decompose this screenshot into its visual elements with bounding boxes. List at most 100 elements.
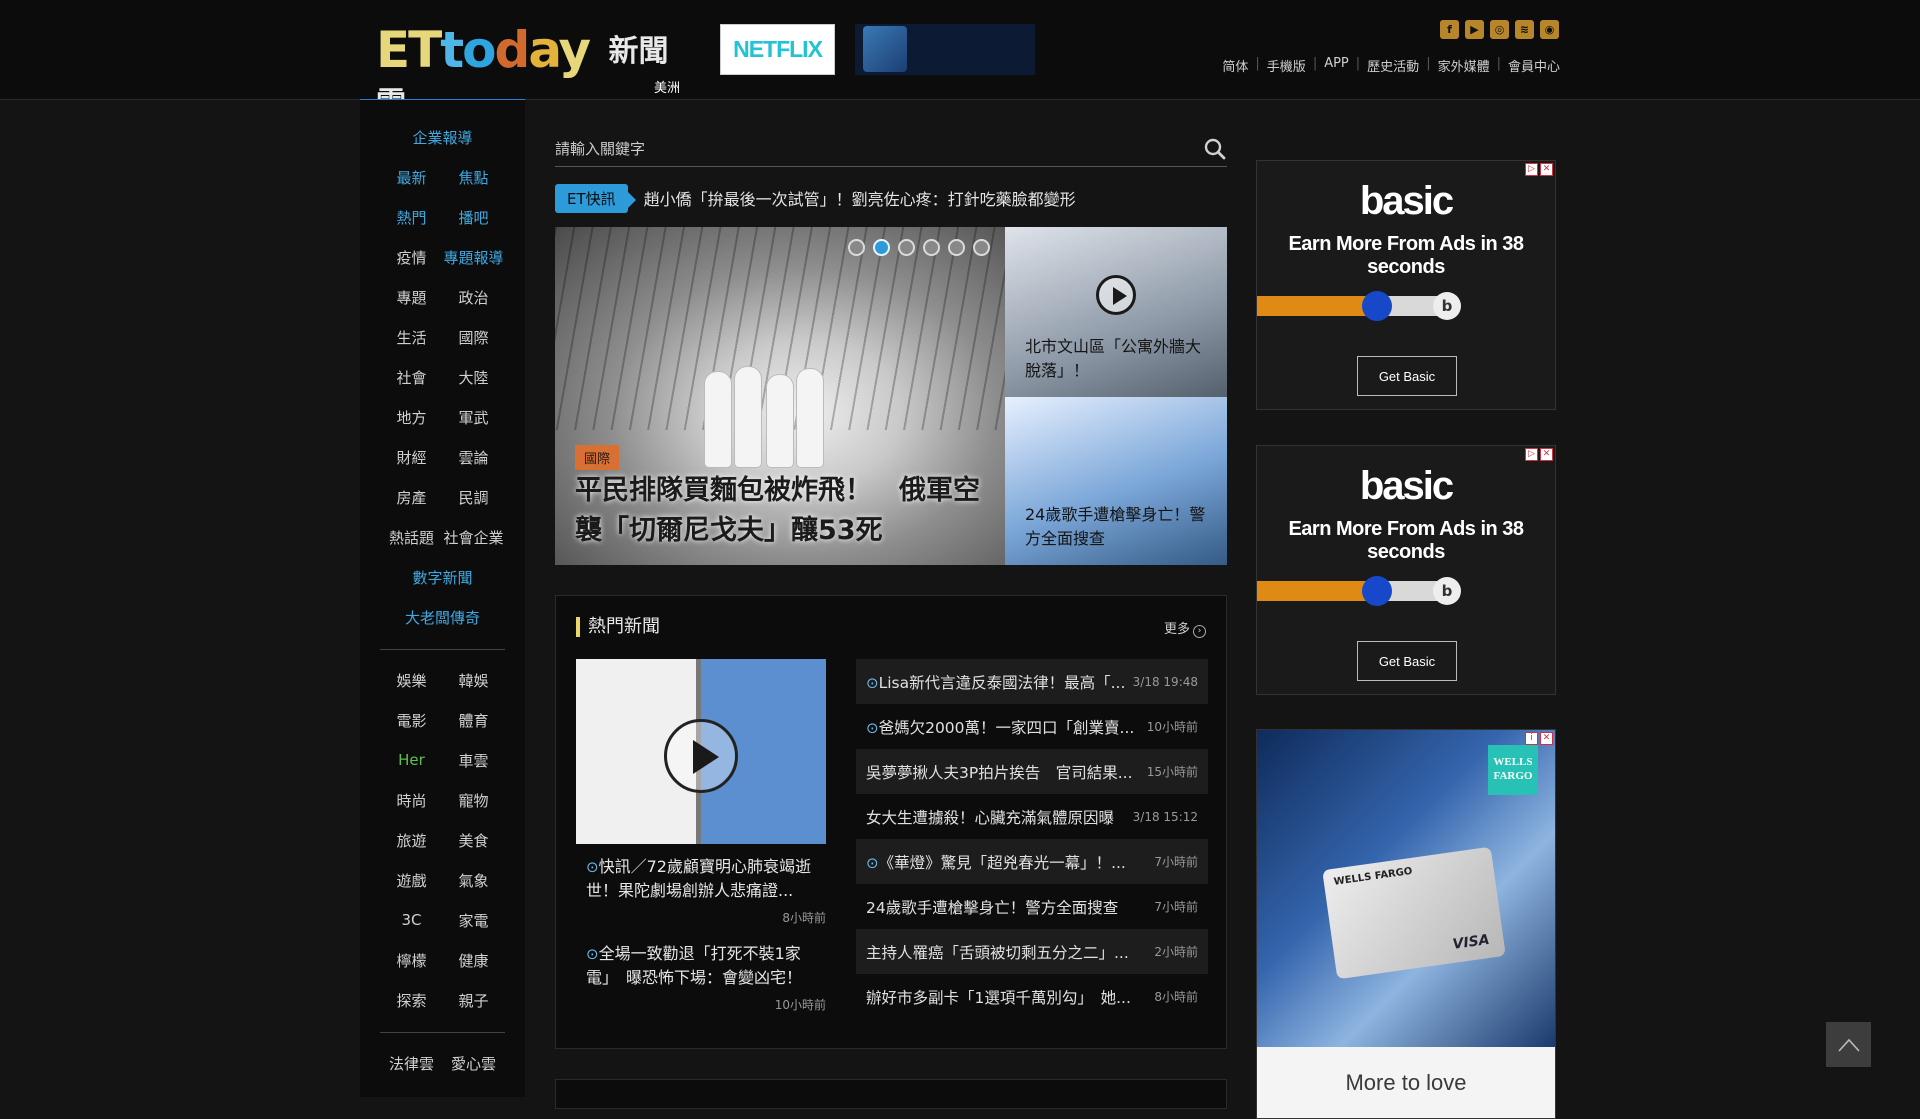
- weibo-icon[interactable]: ◉: [1540, 20, 1559, 39]
- nav-hot[interactable]: 熱門: [381, 207, 443, 228]
- netflix-ad[interactable]: NETFLIX: [720, 24, 835, 75]
- nav-data-news[interactable]: 數字新聞: [378, 567, 508, 588]
- more-link[interactable]: 更多 ›: [1164, 618, 1206, 638]
- ad-choices[interactable]: ▷ ✕: [1525, 448, 1553, 461]
- toplink-simplified[interactable]: 简体: [1222, 56, 1248, 75]
- basic-b-icon: b: [1433, 292, 1461, 320]
- nav-charity[interactable]: 愛心雲: [443, 1053, 505, 1074]
- hot-news-item[interactable]: 女大生遭擄殺！心臟充滿氣體原因曝 3/18 15:12: [856, 794, 1208, 839]
- hot-news-item[interactable]: ⊙爸媽欠2000萬！一家四口「創業賣... 10小時前: [856, 704, 1208, 749]
- back-to-top-button[interactable]: [1826, 1022, 1871, 1067]
- nav-focus[interactable]: 焦點: [443, 167, 505, 188]
- hot-news-item[interactable]: ⊙Lisa新代言違反泰國法律！最高「... 3/18 19:48: [856, 659, 1208, 704]
- play-circle-icon: ⊙: [866, 853, 879, 872]
- nav-cars[interactable]: 車雲: [443, 750, 505, 771]
- nav-appliances[interactable]: 家電: [443, 910, 505, 931]
- search-icon[interactable]: [1203, 137, 1227, 161]
- hot-news-thumbnail[interactable]: [576, 659, 826, 844]
- nav-hot-topics[interactable]: 熱話題: [381, 527, 443, 548]
- nav-movies[interactable]: 電影: [381, 710, 443, 731]
- nav-latest[interactable]: 最新: [381, 167, 443, 188]
- ad-choices[interactable]: i ✕: [1525, 732, 1553, 745]
- toplink-mobile[interactable]: 手機版: [1267, 56, 1306, 75]
- nav-broadcast[interactable]: 播吧: [443, 207, 505, 228]
- nav-epidemic[interactable]: 疫情: [381, 247, 443, 268]
- carousel-dot[interactable]: [973, 239, 990, 256]
- nav-travel[interactable]: 旅遊: [381, 830, 443, 851]
- carousel-dot[interactable]: [848, 239, 865, 256]
- side-story-card[interactable]: 24歲歌手遭槍擊身亡！警方全面搜查: [1005, 397, 1227, 565]
- nav-corporate-report[interactable]: 企業報導: [378, 127, 508, 148]
- instagram-icon[interactable]: ◎: [1490, 20, 1509, 39]
- nav-fashion[interactable]: 時尚: [381, 790, 443, 811]
- nav-topics[interactable]: 專題: [381, 287, 443, 308]
- nav-weather[interactable]: 氣象: [443, 870, 505, 891]
- shopping-banner-ad[interactable]: [855, 24, 1035, 75]
- nav-entertainment[interactable]: 娛樂: [381, 670, 443, 691]
- hot-news-item[interactable]: ⊙《華燈》驚見「超兇春光一幕」！... 7小時前: [856, 839, 1208, 884]
- youtube-icon[interactable]: ▶: [1465, 20, 1484, 39]
- nav-international[interactable]: 國際: [443, 327, 505, 348]
- hero-slide[interactable]: 國際 平民排隊買麵包被炸飛！ 俄軍空襲「切爾尼戈夫」釀53死: [555, 227, 1005, 565]
- ad-choices[interactable]: ▷ ✕: [1525, 163, 1553, 176]
- get-basic-button[interactable]: Get Basic: [1357, 641, 1457, 681]
- nav-parenting[interactable]: 親子: [443, 990, 505, 1011]
- nav-law[interactable]: 法律雲: [381, 1053, 443, 1074]
- basic-ad[interactable]: ▷ ✕ basic Earn More From Ads in 38 second…: [1256, 445, 1556, 695]
- nav-politics[interactable]: 政治: [443, 287, 505, 308]
- basic-copy: Earn More From Ads in 38 seconds: [1288, 518, 1524, 563]
- search-input[interactable]: [555, 133, 1175, 165]
- ettoday-logo[interactable]: ETtoday 新聞雲: [376, 22, 681, 121]
- nav-society[interactable]: 社會: [381, 367, 443, 388]
- left-story[interactable]: ⊙全場一致勸退「打死不裝1家電」 曝恐怖下場：會變凶宅！ 10小時前: [576, 942, 826, 1013]
- side-story-card[interactable]: 北市文山區「公寓外牆大脫落」！: [1005, 227, 1227, 397]
- hot-news-item-title: 24歲歌手遭槍擊身亡！警方全面搜查: [866, 896, 1118, 918]
- facebook-icon[interactable]: f: [1440, 20, 1459, 39]
- nav-sports[interactable]: 體育: [443, 710, 505, 731]
- carousel-dot[interactable]: [923, 239, 940, 256]
- hot-news-item[interactable]: 吳夢夢揪人夫3P拍片挨告 官司結果... 15小時前: [856, 749, 1208, 794]
- nav-life[interactable]: 生活: [381, 327, 443, 348]
- nav-social-enterprise[interactable]: 社會企業: [443, 527, 505, 548]
- toplink-ooh-media[interactable]: 家外媒體: [1438, 56, 1490, 75]
- wells-fargo-ad[interactable]: WELLS FARGO VISA WELLS FARGO i ✕ More to …: [1256, 729, 1556, 1119]
- nav-mainland[interactable]: 大陸: [443, 367, 505, 388]
- nav-korean-ent[interactable]: 韓娛: [443, 670, 505, 691]
- nav-special-report[interactable]: 專題報導: [443, 247, 505, 268]
- hero-caption[interactable]: 平民排隊買麵包被炸飛！ 俄軍空襲「切爾尼戈夫」釀53死: [575, 471, 985, 551]
- nav-boss-legend[interactable]: 大老闆傳奇: [378, 607, 508, 628]
- nav-local[interactable]: 地方: [381, 407, 443, 428]
- nav-lemon[interactable]: 檸檬: [381, 950, 443, 971]
- nav-property[interactable]: 房產: [381, 487, 443, 508]
- hot-news-item[interactable]: 辦好市多副卡「1選項千萬別勾」 她... 8小時前: [856, 974, 1208, 1019]
- nav-finance[interactable]: 財經: [381, 447, 443, 468]
- flash-headline[interactable]: 趙小僑「拚最後一次試管」！劉亮佐心疼：打針吃藥臉都變形: [644, 186, 1076, 210]
- left-story[interactable]: ⊙快訊／72歲顧寶明心肺衰竭逝世！果陀劇場創辦人悲痛證... 8小時前: [576, 855, 826, 926]
- toplink-history[interactable]: 歷史活動: [1367, 56, 1419, 75]
- nav-military[interactable]: 軍武: [443, 407, 505, 428]
- toplink-app[interactable]: APP: [1324, 56, 1349, 75]
- nav-polls[interactable]: 民調: [443, 487, 505, 508]
- nav-health[interactable]: 健康: [443, 950, 505, 971]
- hot-news-item[interactable]: 主持人罹癌「舌頭被切剩五分之二」... 2小時前: [856, 929, 1208, 974]
- nav-discovery[interactable]: 探索: [381, 990, 443, 1011]
- play-icon[interactable]: [664, 719, 738, 793]
- nav-pets[interactable]: 寵物: [443, 790, 505, 811]
- rss-icon[interactable]: ≋: [1515, 20, 1534, 39]
- toplink-member[interactable]: 會員中心: [1508, 56, 1560, 75]
- carousel-dot[interactable]: [948, 239, 965, 256]
- carousel-dot[interactable]: [873, 239, 890, 256]
- carousel-dot[interactable]: [898, 239, 915, 256]
- hot-news-item[interactable]: 24歲歌手遭槍擊身亡！警方全面搜查 7小時前: [856, 884, 1208, 929]
- play-icon[interactable]: [1096, 275, 1136, 315]
- nav-her[interactable]: Her: [381, 751, 443, 769]
- nav-food[interactable]: 美食: [443, 830, 505, 851]
- nav-opinion[interactable]: 雲論: [443, 447, 505, 468]
- basic-ad[interactable]: ▷ ✕ basic Earn More From Ads in 38 second…: [1256, 160, 1556, 410]
- region-label[interactable]: 美洲: [654, 77, 680, 96]
- nav-3c[interactable]: 3C: [381, 911, 443, 929]
- close-icon: ✕: [1540, 448, 1553, 461]
- nav-games[interactable]: 遊戲: [381, 870, 443, 891]
- get-basic-button[interactable]: Get Basic: [1357, 356, 1457, 396]
- side-story-title: 北市文山區「公寓外牆大脫落」！: [1025, 337, 1202, 380]
